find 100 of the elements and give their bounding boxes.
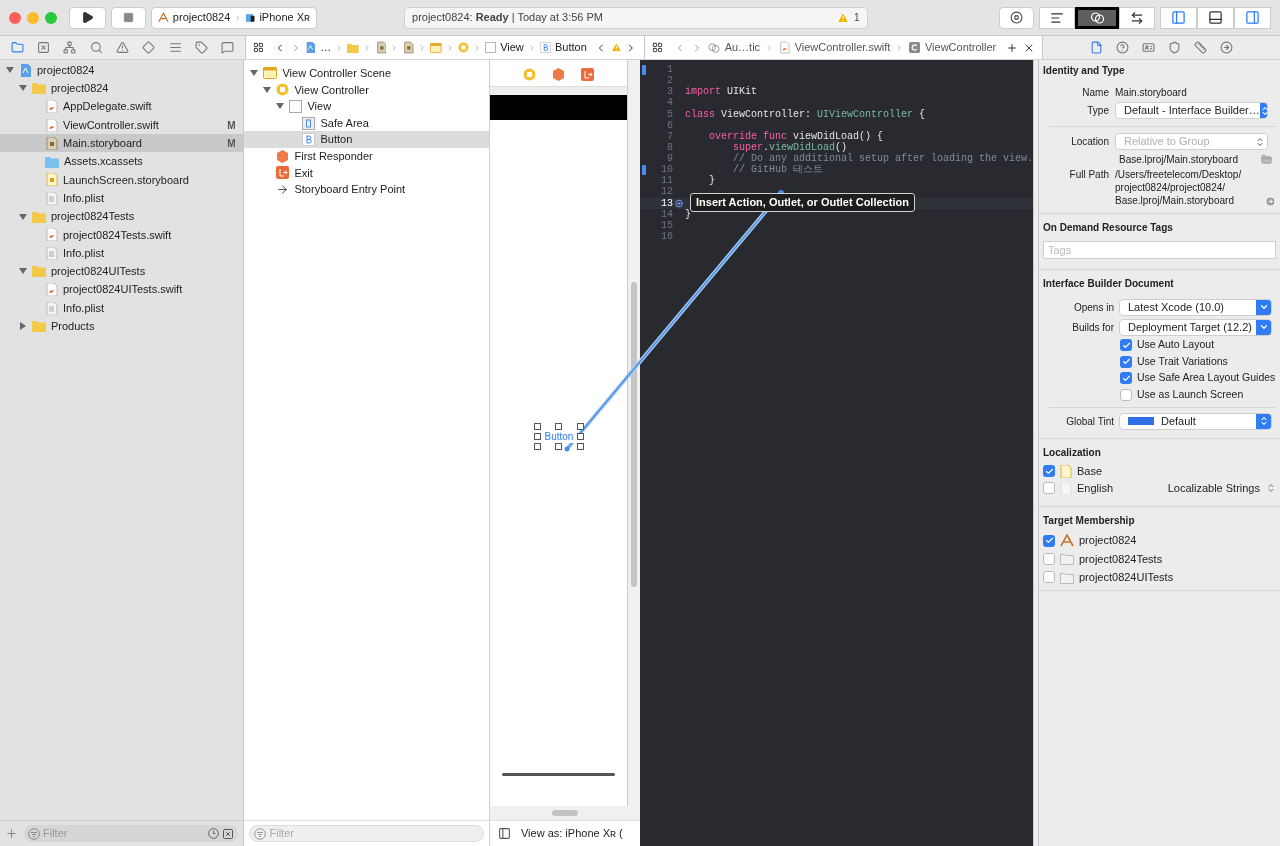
- checkbox[interactable]: [1120, 339, 1132, 352]
- grid-icon[interactable]: [253, 41, 264, 54]
- line-number: 2: [666, 75, 674, 87]
- checkbox[interactable]: [1043, 552, 1055, 565]
- folder-icon[interactable]: [10, 41, 24, 54]
- disclosure-triangle[interactable]: [19, 84, 27, 93]
- vertical-scrollbar[interactable]: [630, 282, 637, 587]
- search-icon[interactable]: [89, 41, 103, 54]
- localization-type-popup[interactable]: Localizable Strings: [1167, 479, 1276, 497]
- tree-item[interactable]: Assets.xcassets: [0, 152, 244, 171]
- tree-item[interactable]: Products: [0, 317, 244, 336]
- shield-icon[interactable]: [1168, 41, 1181, 54]
- path-item[interactable]: Button: [555, 39, 587, 56]
- breakpoint-toggle-button[interactable]: [998, 6, 1034, 29]
- clock-icon[interactable]: [208, 828, 220, 839]
- list-icon[interactable]: [168, 41, 182, 54]
- tree-item[interactable]: project0824Tests: [0, 207, 244, 226]
- file-icon[interactable]: [1090, 41, 1103, 54]
- tree-item[interactable]: View Controller Scene: [244, 65, 489, 82]
- path-item[interactable]: Au…tic: [724, 39, 761, 56]
- path-item[interactable]: ViewController.swift: [794, 39, 891, 56]
- tree-item[interactable]: Button: [244, 131, 489, 148]
- disclosure-triangle[interactable]: [19, 322, 27, 331]
- disclosure-triangle[interactable]: [276, 102, 285, 111]
- tree-item[interactable]: project0824: [0, 61, 244, 80]
- opens-in-popup[interactable]: Latest Xcode (10.0): [1119, 298, 1272, 316]
- arrow-icon: [276, 182, 290, 196]
- horizontal-scrollbar[interactable]: [551, 810, 578, 816]
- resize-handle[interactable]: [555, 443, 563, 450]
- checkbox[interactable]: [1120, 355, 1132, 368]
- checkbox[interactable]: [1043, 571, 1055, 584]
- path-item[interactable]: ViewController: [924, 39, 997, 56]
- overlapping-circles-icon: [707, 41, 720, 54]
- code-token: class: [685, 108, 715, 120]
- tree-item[interactable]: Storyboard Entry Point: [244, 181, 489, 198]
- square-x-icon[interactable]: [37, 41, 50, 54]
- tree-item[interactable]: Info.plist: [0, 189, 244, 208]
- diamond-icon[interactable]: [142, 41, 156, 54]
- type-popup[interactable]: Default - Interface Builder…: [1115, 102, 1268, 119]
- tree-item[interactable]: project0824UITests: [0, 262, 244, 281]
- warning-icon[interactable]: [115, 41, 129, 54]
- tags-field[interactable]: Tags: [1043, 241, 1276, 259]
- tree-item[interactable]: LaunchScreen.storyboard: [0, 170, 244, 190]
- tree-item[interactable]: View: [244, 98, 489, 115]
- editor-mode-button[interactable]: [1075, 6, 1119, 29]
- disclosure-triangle[interactable]: [19, 267, 27, 276]
- panel-toggle-button[interactable]: [1197, 6, 1234, 29]
- chevron-icon: [895, 42, 904, 53]
- tree-item[interactable]: project0824UITests.swift: [0, 280, 244, 299]
- ruler-icon[interactable]: [1194, 41, 1207, 54]
- id-card-icon[interactable]: [1142, 41, 1155, 54]
- add-icon[interactable]: [5, 827, 18, 840]
- scheme-selector[interactable]: project0824 iPhone Xʀ: [151, 6, 317, 29]
- tree-item[interactable]: Exit: [244, 164, 489, 182]
- grid-icon[interactable]: [652, 41, 664, 54]
- path-item[interactable]: …: [320, 39, 332, 56]
- checkbox[interactable]: [1043, 465, 1055, 478]
- global-tint-popup[interactable]: Default: [1119, 412, 1272, 430]
- option-label: Use Safe Area Layout Guides: [1137, 370, 1276, 386]
- target-label: project0824: [1079, 533, 1137, 549]
- storyboard-file-icon: [45, 136, 58, 150]
- arrow-circle-icon[interactable]: [1220, 41, 1233, 54]
- square-x-icon[interactable]: [222, 827, 235, 840]
- field-label: Global Tint: [1065, 414, 1115, 429]
- resize-handle[interactable]: [555, 423, 563, 430]
- tree-item[interactable]: AppDelegate.swift: [0, 97, 244, 116]
- tree-item[interactable]: project0824Tests.swift: [0, 225, 244, 244]
- tree-item[interactable]: Info.plist: [0, 243, 244, 263]
- builds-for-popup[interactable]: Deployment Target (12.2): [1119, 318, 1272, 336]
- disclosure-triangle[interactable]: [6, 66, 14, 75]
- tree-item[interactable]: View Controller: [244, 81, 489, 99]
- tree-item[interactable]: Safe Area: [244, 114, 489, 132]
- hierarchy-icon[interactable]: [63, 41, 77, 54]
- path-item[interactable]: View: [500, 39, 524, 56]
- checkbox[interactable]: [1120, 372, 1132, 385]
- disclosure-triangle[interactable]: [250, 69, 259, 78]
- tree-item[interactable]: Main.storyboard M: [0, 134, 244, 153]
- tree-item[interactable]: ViewController.swift M: [0, 115, 244, 135]
- run-button[interactable]: [69, 6, 106, 29]
- tree-item[interactable]: First Responder: [244, 147, 489, 165]
- button-element-icon: [302, 133, 316, 147]
- help-icon[interactable]: [1116, 41, 1129, 54]
- outline-toggle-icon[interactable]: [497, 827, 511, 840]
- stop-icon: [122, 12, 134, 23]
- folder-icon: [32, 210, 46, 223]
- tree-item[interactable]: Info.plist: [0, 298, 244, 318]
- speech-bubble-icon[interactable]: [221, 41, 235, 54]
- folder-icon[interactable]: [1261, 153, 1272, 165]
- checkbox[interactable]: [1120, 388, 1132, 401]
- warning-icon: [836, 11, 849, 24]
- tree-item[interactable]: project0824: [0, 79, 244, 98]
- panel-toggle-button[interactable]: [1234, 6, 1271, 29]
- checkbox[interactable]: [1043, 534, 1055, 547]
- checkbox[interactable]: [1043, 482, 1055, 495]
- disclosure-triangle[interactable]: [263, 85, 272, 94]
- tag-icon[interactable]: [194, 41, 208, 54]
- disclosure-triangle[interactable]: [19, 212, 27, 221]
- panel-toggle-button[interactable]: [1160, 6, 1197, 29]
- close-window-control[interactable]: [9, 11, 21, 24]
- section-title: On Demand Resource Tags: [1043, 221, 1174, 235]
